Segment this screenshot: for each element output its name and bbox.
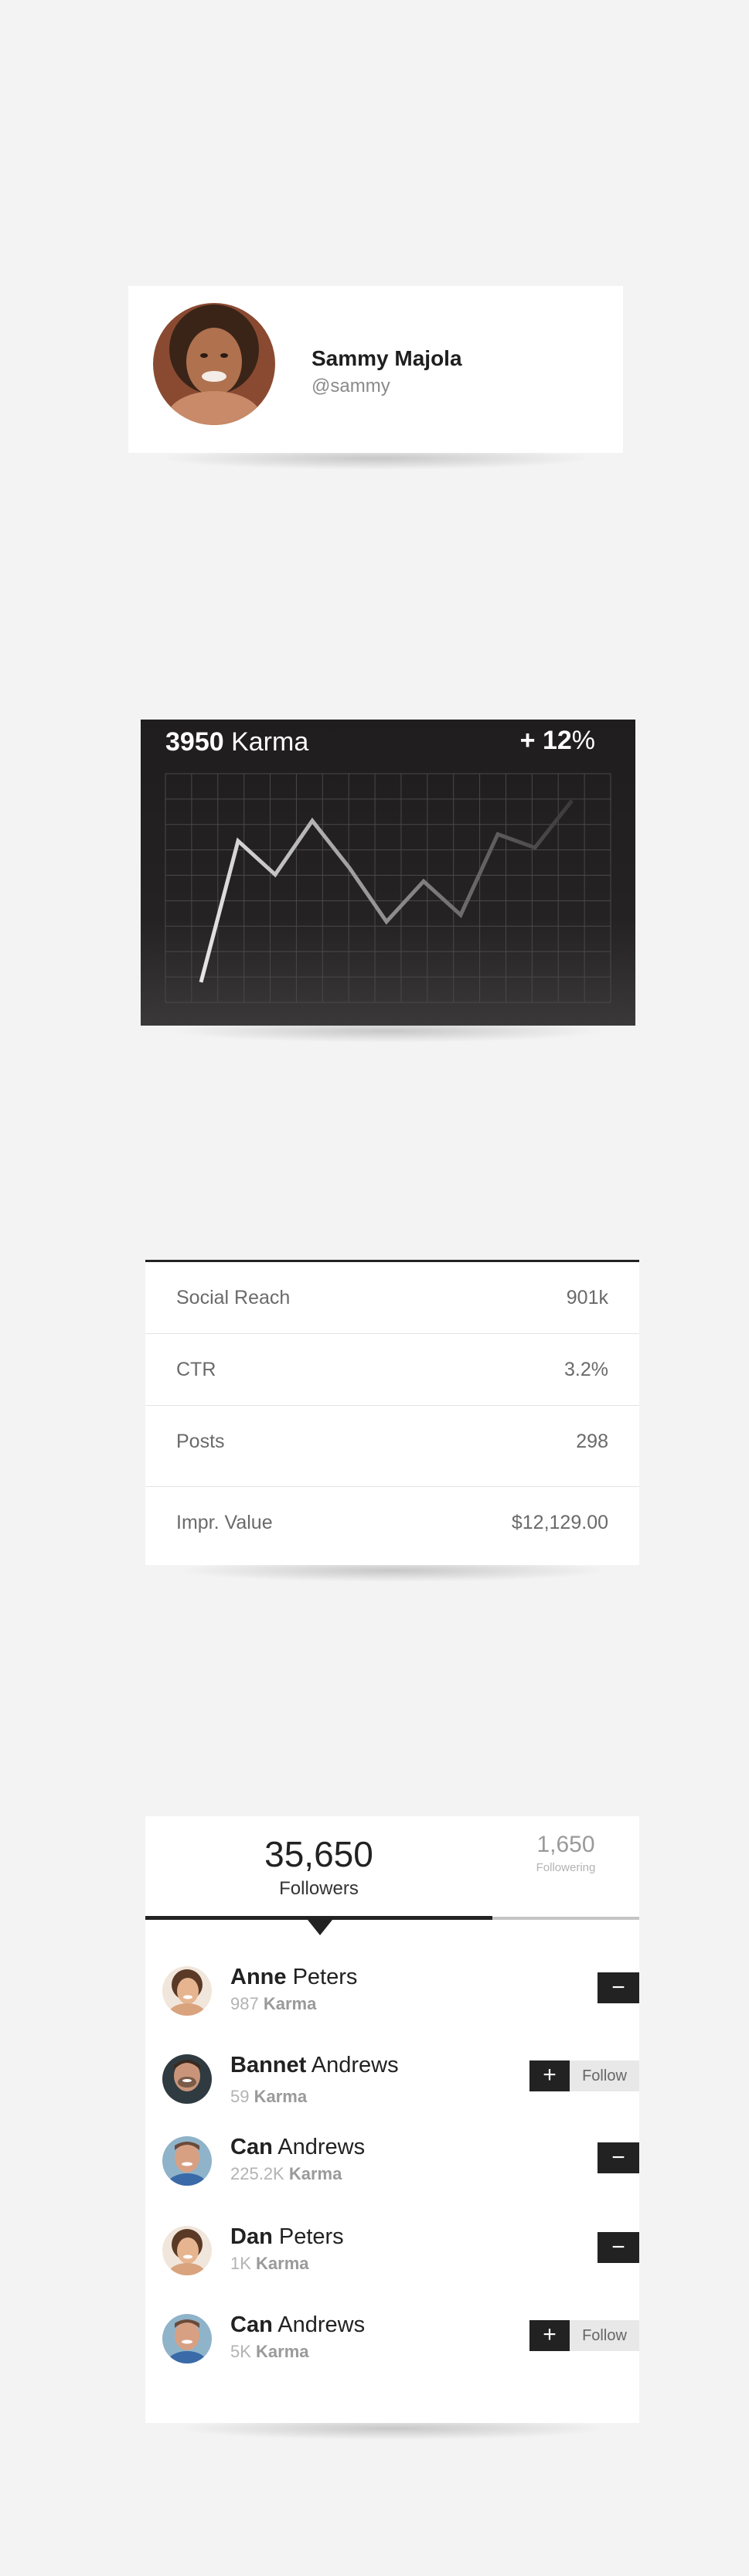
followers-card: 35,650 Followers 1,650 Followering Anne …: [145, 1816, 639, 2440]
follower-avatar[interactable]: [162, 2314, 212, 2363]
follow-label: Follow: [570, 2060, 639, 2091]
profile-card: Sammy Majola @sammy: [128, 286, 623, 470]
karma-chart-card: 3950 Karma + 12%: [141, 720, 635, 1043]
follower-karma-value: 987: [230, 1994, 259, 2013]
follower-karma-value: 1K: [230, 2254, 251, 2273]
follower-row: Can Andrews 225.2K Karma −: [145, 2125, 639, 2203]
stat-value: 298: [576, 1431, 608, 1452]
follower-name: Dan Peters: [230, 2224, 344, 2250]
follower-last-name: Andrews: [277, 2135, 366, 2159]
follower-last-name: Peters: [292, 1965, 358, 1989]
following-count: 1,650: [536, 1832, 595, 1857]
unfollow-button[interactable]: −: [597, 2232, 639, 2263]
stat-label: Social Reach: [176, 1287, 291, 1308]
follower-last-name: Andrews: [277, 2312, 366, 2337]
tab-followers[interactable]: 35,650 Followers: [145, 1816, 492, 1917]
follower-karma: 5K Karma: [230, 2342, 309, 2362]
stats-table: Social Reach 901k CTR 3.2% Posts 298 Imp…: [145, 1260, 639, 1582]
tab-pointer-icon: [308, 1920, 332, 1935]
follow-button[interactable]: + Follow: [529, 2060, 639, 2091]
follower-karma: 225.2K Karma: [230, 2164, 342, 2184]
profile-handle: @sammy: [312, 376, 390, 396]
follower-last-name: Peters: [278, 2224, 344, 2249]
follower-first-name: Bannet: [230, 2053, 307, 2077]
karma-label: Karma: [231, 727, 309, 757]
stat-label: Posts: [176, 1431, 225, 1452]
karma-growth: + 12%: [520, 726, 595, 756]
follower-karma-value: 59: [230, 2087, 250, 2106]
follower-avatar[interactable]: [162, 2136, 212, 2186]
follower-karma-label: Karma: [288, 2164, 342, 2183]
follower-row: Bannet Andrews 59 Karma + Follow: [145, 2043, 639, 2121]
karma-series-line: [199, 799, 574, 983]
karma-total: 3950 Karma: [165, 727, 308, 757]
following-label: Followering: [536, 1861, 596, 1874]
unfollow-button[interactable]: −: [597, 1972, 639, 2003]
minus-icon: −: [611, 2234, 625, 2260]
follower-first-name: Anne: [230, 1965, 287, 1989]
follower-karma: 987 Karma: [230, 1994, 316, 2014]
follower-row: Dan Peters 1K Karma −: [145, 2215, 639, 2292]
unfollow-button[interactable]: −: [597, 2142, 639, 2173]
follower-row: Can Andrews 5K Karma + Follow: [145, 2303, 639, 2380]
stat-row-posts: Posts 298: [145, 1406, 639, 1487]
follower-avatar[interactable]: [162, 2054, 212, 2104]
profile-name: Sammy Majola: [312, 346, 462, 370]
follower-name: Anne Peters: [230, 1965, 357, 1990]
karma-value: 3950: [165, 727, 224, 757]
stat-value: $12,129.00: [511, 1512, 608, 1533]
follower-karma-label: Karma: [263, 1994, 317, 2013]
follower-name: Can Andrews: [230, 2312, 365, 2338]
follower-last-name: Andrews: [311, 2053, 399, 2077]
follower-karma-label: Karma: [254, 2087, 308, 2106]
followers-label: Followers: [279, 1878, 359, 1899]
minus-icon: −: [611, 1975, 625, 2000]
follower-name: Can Andrews: [230, 2135, 365, 2160]
follow-button[interactable]: + Follow: [529, 2320, 639, 2351]
follower-first-name: Can: [230, 2135, 273, 2159]
follower-karma-value: 5K: [230, 2342, 251, 2361]
stat-row-ctr: CTR 3.2%: [145, 1334, 639, 1406]
follower-avatar[interactable]: [162, 2226, 212, 2275]
plus-icon: +: [529, 2060, 570, 2091]
follower-karma: 59 Karma: [230, 2087, 307, 2107]
follower-karma-label: Karma: [256, 2254, 309, 2273]
follower-row: Anne Peters 987 Karma −: [145, 1955, 639, 2033]
stat-label: Impr. Value: [176, 1512, 273, 1533]
follower-first-name: Dan: [230, 2224, 273, 2249]
followers-count: 35,650: [264, 1834, 373, 1874]
follower-karma: 1K Karma: [230, 2254, 309, 2274]
follow-label: Follow: [570, 2320, 639, 2351]
follower-avatar[interactable]: [162, 1966, 212, 2016]
tab-divider: [492, 1917, 639, 1920]
follower-name: Bannet Andrews: [230, 2053, 399, 2078]
stat-row-social-reach: Social Reach 901k: [145, 1262, 639, 1334]
minus-icon: −: [611, 2145, 625, 2170]
follower-karma-value: 225.2K: [230, 2164, 284, 2183]
plus-icon: +: [529, 2320, 570, 2351]
follower-first-name: Can: [230, 2312, 273, 2337]
growth-unit: %: [571, 726, 595, 755]
growth-sign: +: [519, 726, 536, 755]
stat-row-impr-value: Impr. Value $12,129.00: [145, 1487, 639, 1558]
profile-avatar[interactable]: [153, 303, 275, 425]
stat-value: 3.2%: [564, 1359, 608, 1380]
stat-value: 901k: [566, 1287, 608, 1308]
growth-value: 12: [542, 726, 572, 755]
tab-following[interactable]: 1,650 Followering: [492, 1816, 639, 1917]
follower-karma-label: Karma: [256, 2342, 309, 2361]
stat-label: CTR: [176, 1359, 216, 1380]
karma-line-chart: [165, 773, 611, 1003]
